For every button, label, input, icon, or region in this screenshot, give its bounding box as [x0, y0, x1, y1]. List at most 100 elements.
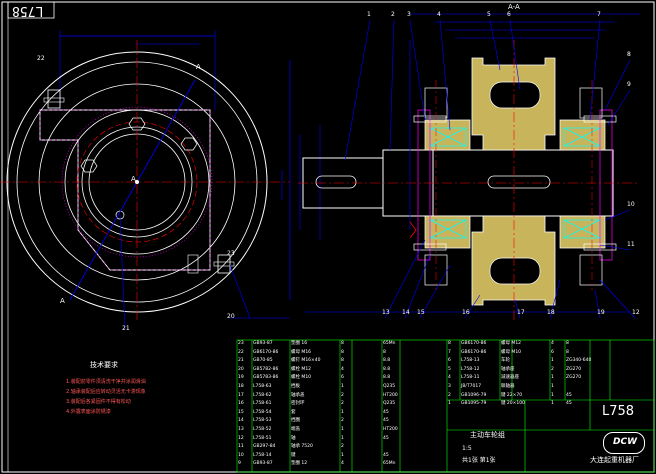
section-view [298, 13, 640, 320]
parts-cell: 23 [238, 341, 244, 346]
parts-cell: 垫圈 12 [291, 461, 308, 467]
tech-requirements-title: 技术要求 [90, 361, 118, 369]
parts-cell: 16 [238, 401, 244, 407]
section-label: A-A [508, 3, 520, 11]
parts-cell: 8 [566, 341, 569, 346]
part-balloon: 22 [37, 55, 45, 62]
parts-cell: 1 [341, 409, 344, 415]
parts-cell: 联轴器 [501, 384, 515, 389]
part-balloon: 7 [597, 11, 601, 18]
parts-cell: 1 [551, 392, 554, 398]
parts-cell: 轴承盖 [291, 392, 305, 398]
parts-cell: 1 [341, 427, 344, 432]
parts-cell: 22 [238, 349, 244, 355]
part-balloon: 12 [632, 309, 640, 316]
parts-cell: 5 [448, 366, 451, 372]
parts-cell: HT200 [383, 427, 398, 432]
parts-cell: GB6170-86 [253, 349, 279, 355]
parts-cell: 2 [341, 444, 344, 450]
title-block-scale: 1:5 [462, 445, 472, 452]
company-logo: DCW [603, 432, 645, 454]
parts-cell: 15 [238, 409, 244, 415]
tech-requirement-line: 4.外露表面涂防锈漆 [66, 409, 111, 415]
parts-cell: 8 [341, 358, 344, 364]
tech-requirement-line: 1.装配前零件须清洗干净并涂润滑油 [66, 379, 146, 385]
parts-cell: 6 [551, 349, 554, 355]
parts-cell: L758-54 [253, 409, 272, 415]
parts-cell: 20 [238, 366, 244, 372]
parts-cell: HT200 [383, 392, 398, 398]
parts-cell: 1 [448, 401, 451, 407]
parts-cell: L758-53 [253, 418, 272, 424]
view-marker-center: A [131, 175, 136, 183]
parts-cell: 2 [551, 366, 554, 372]
parts-cell: 螺母 M16 [291, 349, 312, 355]
part-balloon: 20 [227, 313, 235, 320]
parts-cell: 螺母 M10 [501, 349, 522, 355]
parts-cell: 12 [238, 435, 244, 441]
parts-cell: 1 [341, 452, 344, 458]
parts-cell: 45 [566, 401, 572, 407]
part-balloon: 3 [407, 11, 411, 18]
parts-cell: 4 [448, 375, 451, 381]
view-marker-top: A [196, 63, 201, 71]
parts-cell: L758-63 [253, 384, 272, 389]
tech-requirement-line: 3.装配后各紧固件不得有松动 [66, 399, 131, 405]
parts-cell: GB5782-86 [253, 366, 279, 372]
parts-cell: 21 [238, 358, 244, 364]
parts-cell: 45 [383, 409, 389, 415]
parts-cell: 8 [341, 349, 344, 355]
parts-cell: ZG340-640 [566, 358, 592, 364]
parts-cell: 端盖 [291, 427, 300, 432]
parts-cell: 13 [238, 427, 244, 432]
parts-cell: 轴 [291, 435, 296, 441]
parts-cell: 8 [341, 341, 344, 346]
parts-cell: 65Mn [383, 461, 396, 467]
parts-cell: 2 [341, 392, 344, 398]
part-balloon: 5 [487, 11, 491, 18]
part-balloon: 23 [227, 250, 235, 257]
parts-cell: 4 [341, 461, 344, 467]
parts-cell: 键 22×70 [501, 392, 523, 398]
parts-cell: GB1096-79 [461, 392, 487, 398]
parts-cell: 螺母 M12 [501, 341, 522, 346]
parts-cell: 19 [238, 375, 244, 381]
parts-cell: 10 [238, 452, 244, 458]
parts-cell: GB297-84 [253, 444, 276, 450]
part-balloon: 6 [507, 11, 511, 18]
parts-cell: 键 [291, 452, 296, 458]
parts-cell: 轴承 7520 [291, 444, 313, 450]
part-balloon: 10 [627, 201, 635, 208]
parts-cell: 3 [448, 384, 451, 389]
parts-cell: JB/T7017 [461, 384, 482, 389]
parts-cell: 2 [448, 392, 451, 398]
parts-cell: 8.8 [383, 375, 391, 381]
title-block-sheet: 共1张 第1张 [462, 457, 496, 464]
parts-cell: 1 [551, 384, 554, 389]
part-balloon: 11 [627, 241, 635, 248]
parts-cell: L758-12 [461, 366, 480, 372]
parts-cell: GB5783-86 [253, 375, 279, 381]
parts-cell: 键 20×100 [501, 401, 526, 407]
part-balloon: 13 [382, 309, 390, 316]
title-block-code: L758 [602, 404, 635, 419]
part-balloon: 1 [367, 11, 371, 18]
view-marker-bottom: A [60, 297, 65, 305]
parts-cell: 8 [383, 349, 386, 355]
company-name: 大连起重机器厂 [590, 456, 639, 464]
parts-cell: 垫圈 16 [291, 341, 308, 346]
parts-cell: 8 [566, 349, 569, 355]
parts-cell: 17 [238, 392, 244, 398]
parts-cell: 4 [341, 366, 344, 372]
parts-cell: 1 [551, 358, 554, 364]
part-balloon: 2 [391, 11, 395, 18]
parts-cell: 8.8 [383, 358, 391, 364]
parts-cell: 螺栓 M12 [291, 366, 312, 372]
parts-cell: 45 [383, 435, 389, 441]
parts-cell: 套 [291, 409, 296, 415]
parts-cell: 6 [448, 358, 451, 364]
parts-cell: GB6170-86 [461, 341, 487, 346]
title-block-name: 主动车轮组 [470, 431, 505, 439]
parts-cell: 2 [341, 401, 344, 407]
cad-drawing-canvas: L758 A-A A A A 1 2 3 4 5 6 7 8 9 10 11 12 13 14 15 16 17… [0, 0, 656, 474]
